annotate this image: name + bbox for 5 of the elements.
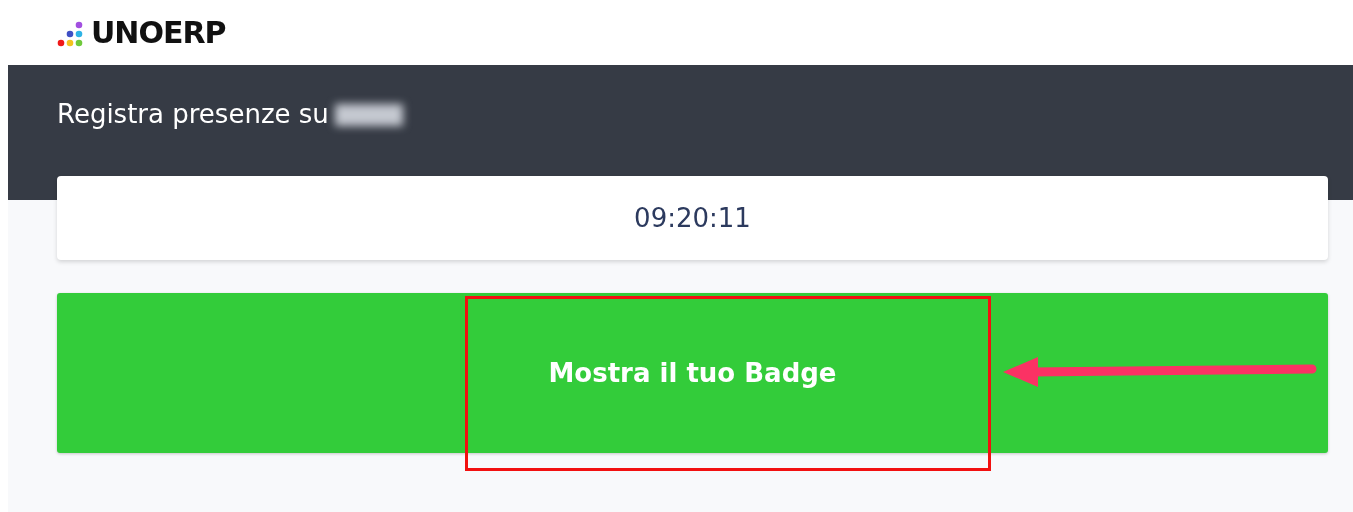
logo-text: UNOERP <box>91 17 226 48</box>
page-title: Registra presenze su <box>57 98 329 131</box>
show-badge-button[interactable]: Mostra il tuo Badge <box>57 293 1328 453</box>
blurred-text <box>334 103 403 126</box>
clock-time: 09:20:11 <box>634 201 751 235</box>
